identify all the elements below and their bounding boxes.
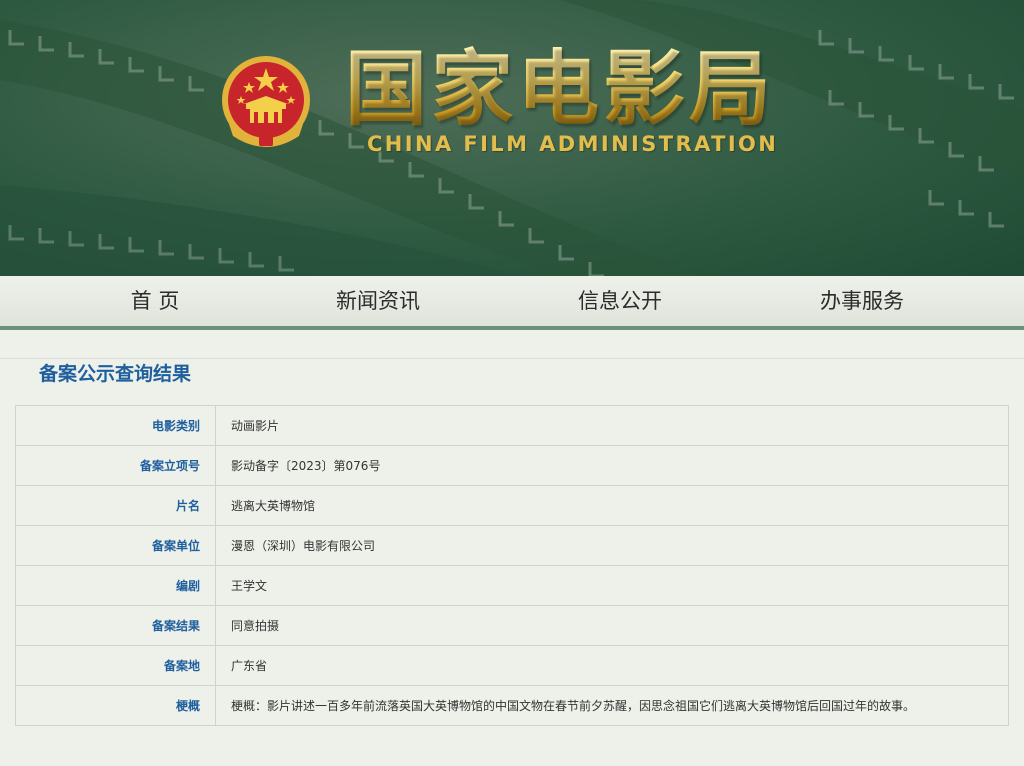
row-value: 同意拍摄 [215, 605, 1009, 646]
national-emblem-icon [222, 56, 310, 147]
content-divider [0, 358, 1024, 359]
table-row: 编剧 王学文 [15, 565, 1009, 606]
row-value: 王学文 [215, 565, 1009, 606]
table-row: 备案地 广东省 [15, 645, 1009, 686]
row-label: 备案单位 [15, 525, 216, 566]
row-value: 动画影片 [215, 405, 1009, 446]
main-nav: 首 页 新闻资讯 信息公开 办事服务 [0, 276, 1024, 330]
row-label: 片名 [15, 485, 216, 526]
table-row: 备案结果 同意拍摄 [15, 605, 1009, 646]
nav-item-services[interactable]: 办事服务 [802, 276, 922, 326]
site-title-english: CHINA FILM ADMINISTRATION [367, 132, 779, 156]
row-value: 逃离大英博物馆 [215, 485, 1009, 526]
nav-item-home[interactable]: 首 页 [110, 276, 200, 326]
row-label: 备案地 [15, 645, 216, 686]
table-row: 梗概 梗概：影片讲述一百多年前流落英国大英博物馆的中国文物在春节前夕苏醒，因思念… [15, 685, 1009, 726]
table-row: 备案立项号 影动备字〔2023〕第076号 [15, 445, 1009, 486]
row-value: 广东省 [215, 645, 1009, 686]
table-row: 电影类别 动画影片 [15, 405, 1009, 446]
nav-item-info-disclosure[interactable]: 信息公开 [560, 276, 680, 326]
row-label: 编剧 [15, 565, 216, 606]
nav-item-news[interactable]: 新闻资讯 [318, 276, 438, 326]
row-value: 漫恩（深圳）电影有限公司 [215, 525, 1009, 566]
row-value: 梗概：影片讲述一百多年前流落英国大英博物馆的中国文物在春节前夕苏醒，因思念祖国它… [215, 685, 1009, 726]
table-row: 备案单位 漫恩（深圳）电影有限公司 [15, 525, 1009, 566]
site-title-chinese: 国家电影局 [345, 44, 815, 134]
row-label: 备案结果 [15, 605, 216, 646]
row-value: 影动备字〔2023〕第076号 [215, 445, 1009, 486]
section-title: 备案公示查询结果 [39, 363, 192, 385]
header-banner: 国家电影局 CHINA FILM ADMINISTRATION [0, 0, 1024, 276]
table-row: 片名 逃离大英博物馆 [15, 485, 1009, 526]
row-label: 梗概 [15, 685, 216, 726]
record-table: 电影类别 动画影片 备案立项号 影动备字〔2023〕第076号 片名 逃离大英博… [15, 405, 1009, 726]
page: 国家电影局 CHINA FILM ADMINISTRATION 首 页 新闻资讯… [0, 0, 1024, 766]
row-label: 备案立项号 [15, 445, 216, 486]
row-label: 电影类别 [15, 405, 216, 446]
